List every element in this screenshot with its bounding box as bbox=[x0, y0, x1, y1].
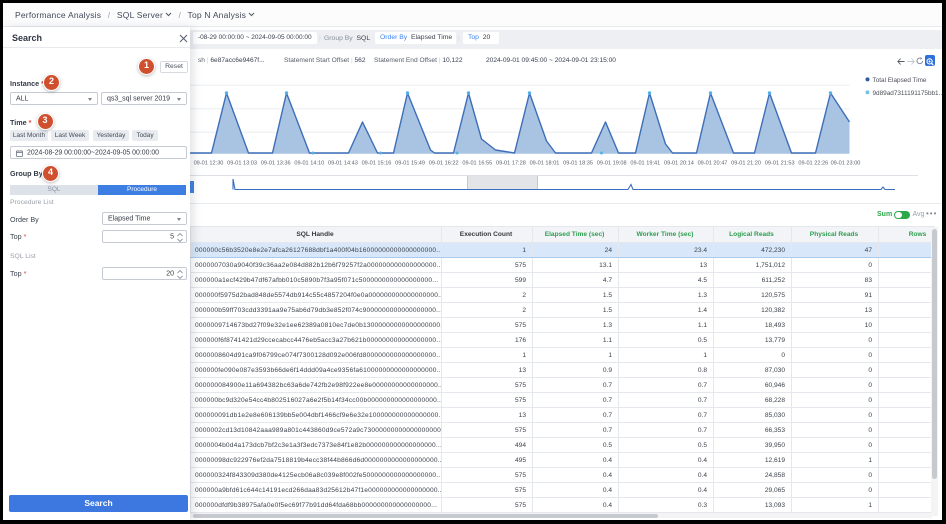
svg-text:9d89ad7311191175bb1...: 9d89ad7311191175bb1... bbox=[873, 90, 943, 97]
svg-text:09-01 15:49: 09-01 15:49 bbox=[395, 161, 425, 167]
svg-text:09-01 22:26: 09-01 22:26 bbox=[798, 161, 828, 167]
svg-text:09-01 16:22: 09-01 16:22 bbox=[429, 161, 459, 167]
svg-text:09-01 12:30: 09-01 12:30 bbox=[194, 161, 224, 167]
svg-text:09-01 17:28: 09-01 17:28 bbox=[496, 161, 526, 167]
svg-text:09-01 21:53: 09-01 21:53 bbox=[765, 161, 795, 167]
svg-text:09-01 19:41: 09-01 19:41 bbox=[630, 161, 660, 167]
svg-text:09-01 23:00: 09-01 23:00 bbox=[831, 161, 861, 167]
svg-text:09-01 13:03: 09-01 13:03 bbox=[227, 161, 257, 167]
svg-text:09-01 20:14: 09-01 20:14 bbox=[664, 161, 694, 167]
svg-text:09-01 14:10: 09-01 14:10 bbox=[294, 161, 324, 167]
svg-text:09-01 15:16: 09-01 15:16 bbox=[362, 161, 392, 167]
svg-text:09-01 14:43: 09-01 14:43 bbox=[328, 161, 358, 167]
svg-text:09-01 18:35: 09-01 18:35 bbox=[563, 161, 593, 167]
svg-text:09-01 21:20: 09-01 21:20 bbox=[731, 161, 761, 167]
svg-text:09-01 13:36: 09-01 13:36 bbox=[261, 161, 291, 167]
svg-text:09-01 16:55: 09-01 16:55 bbox=[462, 161, 492, 167]
svg-text:Total Elapsed Time: Total Elapsed Time bbox=[873, 77, 927, 84]
svg-text:09-01 18:01: 09-01 18:01 bbox=[530, 161, 560, 167]
svg-text:09-01 20:47: 09-01 20:47 bbox=[698, 161, 728, 167]
svg-text:09-01 19:08: 09-01 19:08 bbox=[597, 161, 627, 167]
